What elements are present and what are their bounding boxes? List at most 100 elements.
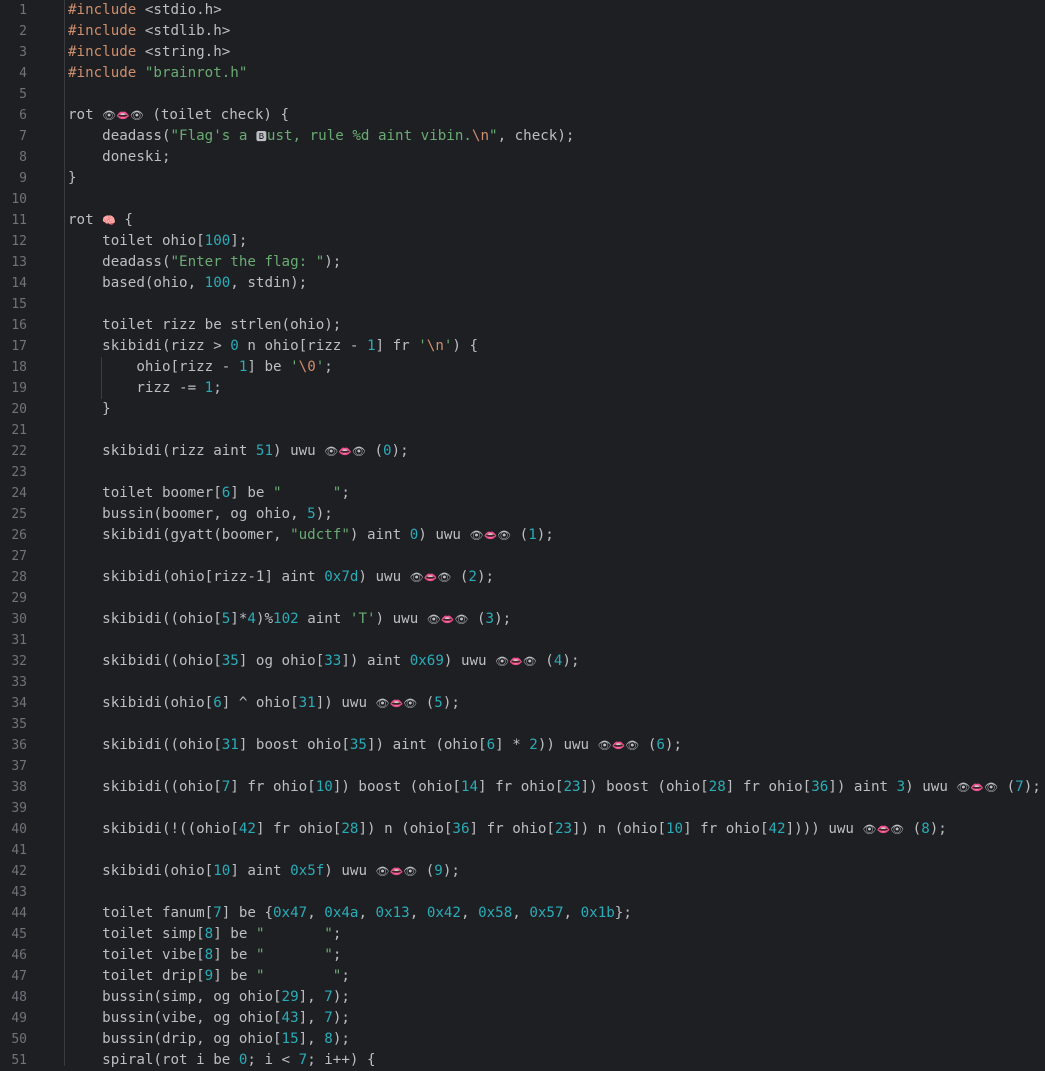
code-token: n ohio[rizz - [238,338,367,354]
code-line[interactable] [68,840,1045,861]
code-line[interactable]: spiral(rot i be 0; i < 7; i++) { [68,1050,1045,1071]
number-token: 7 [213,905,222,921]
code-token: skibidi(rizz > [68,338,231,354]
code-line[interactable]: skibidi((ohio[31] boost ohio[35]) aint (… [68,735,1045,756]
code-token: ); [929,821,947,837]
code-line[interactable]: skibidi(rizz aint 51) uwu 👁👄👁 (0); [68,441,1045,462]
code-line[interactable]: #include <stdlib.h> [68,21,1045,42]
line-number: 18 [11,360,27,375]
code-token: ]; [230,233,248,249]
code-area[interactable]: #include <stdio.h> #include <stdlib.h> #in… [68,0,1045,1068]
number-token: 0x4a [324,905,359,921]
line-number: 39 [11,801,27,816]
code-line[interactable]: doneski; [68,147,1045,168]
line-number: 38 [11,780,27,795]
line-number: 16 [11,318,27,333]
code-token: skibidi((ohio[ [68,611,222,627]
code-token: ); [315,506,333,522]
code-line[interactable] [68,189,1045,210]
code-token: toilet simp[ [68,926,205,942]
number-token: 36 [811,779,829,795]
code-line[interactable]: rot 👁👄👁 (toilet check) { [68,105,1045,126]
emoji-token: 👁👄👁 [495,655,537,668]
code-line[interactable]: #include <string.h> [68,42,1045,63]
code-editor[interactable]: 1 2 3 4 5 6 7 8 9 10 11 12 13 14 15 16 17 18 19 20 21 22 23 24 2… [0,0,1045,1068]
line-number: 27 [11,549,27,564]
code-line[interactable]: bussin(simp, og ohio[29], 7); [68,987,1045,1008]
code-token: ] be [247,359,291,375]
number-token: 2 [468,569,477,585]
code-line[interactable] [68,294,1045,315]
code-line[interactable]: skibidi(ohio[10] aint 0x5f) uwu 👁👄👁 (9); [68,861,1045,882]
code-line[interactable]: deadass("Enter the flag: "); [68,252,1045,273]
code-line[interactable] [68,798,1045,819]
number-token: 0x58 [478,905,513,921]
line-number: 25 [11,507,27,522]
code-line[interactable]: #include "brainrot.h" [68,63,1045,84]
emoji-token: 👁👄👁 [409,571,452,584]
code-line[interactable]: toilet simp[8] be " "; [68,924,1045,945]
string-token: "udctf" [290,527,350,543]
code-line[interactable]: toilet drip[9] be " "; [68,966,1045,987]
code-line[interactable]: deadass("Flag's a 🅱ust, rule %d aint vib… [68,126,1045,147]
code-line[interactable]: skibidi((ohio[7] fr ohio[10]) boost (ohi… [68,777,1045,798]
code-line[interactable] [68,672,1045,693]
code-token: ) uwu [905,779,957,795]
code-token: ] be { [221,905,274,921]
code-line[interactable]: toilet rizz be strlen(ohio); [68,315,1045,336]
code-token: ; [332,926,342,942]
code-line[interactable]: toilet fanum[7] be {0x47, 0x4a, 0x13, 0x… [68,903,1045,924]
code-token: ] fr ohio[ [469,821,555,837]
code-token: ( [417,863,435,879]
emoji-token: 👁👄👁 [956,781,999,794]
code-line[interactable]: #include <stdio.h> [68,0,1045,21]
line-number: 51 [11,1053,27,1068]
number-token: 0x1b [580,905,615,921]
code-line[interactable] [68,420,1045,441]
string-token: " [489,128,498,144]
number-token: 1 [528,527,537,543]
code-line[interactable] [68,630,1045,651]
code-token: ]))) uwu [785,821,863,837]
line-number: 47 [11,969,27,984]
string-token: 'T' [349,611,376,627]
code-line[interactable]: toilet ohio[100]; [68,231,1045,252]
code-line[interactable]: skibidi(ohio[6] ^ ohio[31]) uwu 👁👄👁 (5); [68,693,1045,714]
code-token: skibidi((ohio[ [68,737,222,753]
code-line[interactable] [68,714,1045,735]
code-line[interactable] [68,546,1045,567]
number-token: 33 [324,653,342,669]
code-line[interactable]: ohio[rizz - 1] be '\0'; [68,357,1045,378]
code-line[interactable]: bussin(vibe, og ohio[43], 7); [68,1008,1045,1029]
code-line[interactable]: skibidi(rizz > 0 n ohio[rizz - 1] fr '\n… [68,336,1045,357]
code-token: ); [391,443,409,459]
code-line[interactable] [68,588,1045,609]
code-line[interactable]: skibidi((ohio[35] og ohio[33]) aint 0x69… [68,651,1045,672]
code-token: ] fr ohio[ [725,779,812,795]
code-line[interactable]: skibidi((ohio[5]*4)%102 aint 'T') uwu 👁👄… [68,609,1045,630]
number-token: 7 [1015,779,1024,795]
line-number: 2 [19,24,27,39]
code-line[interactable] [68,462,1045,483]
code-token: ] fr ohio[ [478,779,564,795]
code-line[interactable]: toilet vibe[8] be " "; [68,945,1045,966]
code-line[interactable]: } [68,399,1045,420]
code-line[interactable]: toilet boomer[6] be " "; [68,483,1045,504]
number-token: 7 [221,779,231,795]
code-line[interactable]: skibidi(gyatt(boomer, "udctf") aint 0) u… [68,525,1045,546]
code-line[interactable] [68,882,1045,903]
line-number: 1 [19,3,27,18]
code-line[interactable]: skibidi(!((ohio[42] fr ohio[28]) n (ohio… [68,819,1045,840]
code-line[interactable]: based(ohio, 100, stdin); [68,273,1045,294]
code-line[interactable]: bussin(drip, og ohio[15], 8); [68,1029,1045,1050]
code-line[interactable]: } [68,168,1045,189]
code-line[interactable] [68,84,1045,105]
code-line[interactable]: rizz -= 1; [68,378,1045,399]
number-token: 100 [204,275,231,291]
code-line[interactable]: skibidi(ohio[rizz-1] aint 0x7d) uwu 👁👄👁 … [68,567,1045,588]
number-token: 10 [666,821,684,837]
code-line[interactable] [68,756,1045,777]
code-line[interactable]: rot 🧠 { [68,210,1045,231]
code-line[interactable]: bussin(boomer, og ohio, 5); [68,504,1045,525]
code-token: ]) uwu [315,695,376,711]
